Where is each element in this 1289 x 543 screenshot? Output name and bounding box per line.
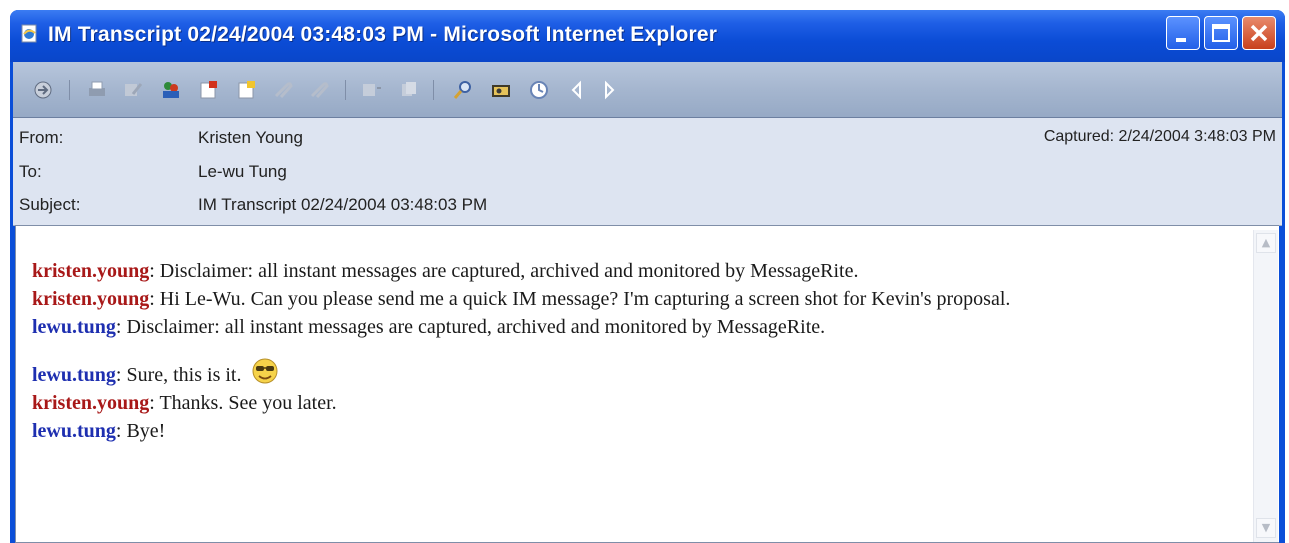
copy-icon[interactable]: [397, 78, 421, 102]
message-sender: kristen.young: [32, 288, 150, 310]
search-icon[interactable]: [451, 78, 475, 102]
next-icon[interactable]: [597, 78, 621, 102]
transcript-pane[interactable]: kristen.young: Disclaimer: all instant m…: [15, 225, 1279, 543]
title-bar[interactable]: IM Transcript 02/24/2004 03:48:03 PM - M…: [10, 10, 1285, 62]
refresh-icon[interactable]: [527, 78, 551, 102]
attach-icon[interactable]: [271, 78, 295, 102]
message-sender: lewu.tung: [32, 364, 116, 386]
message-header: From: Kristen Young To: Le-wu Tung Subje…: [13, 118, 1282, 226]
subject-value: IM Transcript 02/24/2004 03:48:03 PM: [198, 195, 488, 214]
window-title: IM Transcript 02/24/2004 03:48:03 PM - M…: [48, 23, 718, 46]
to-label: To:: [19, 162, 42, 181]
close-icon: [1250, 24, 1268, 42]
subject-label: Subject:: [19, 195, 81, 214]
toolbar-separator: [345, 80, 346, 100]
message-text: : Bye!: [115, 420, 166, 442]
note-icon[interactable]: [235, 78, 259, 102]
print-icon[interactable]: [85, 78, 109, 102]
message-text: : Hi Le-Wu. Can you please send me a qui…: [149, 288, 1011, 310]
message-sender: lewu.tung: [32, 316, 116, 338]
contacts-icon[interactable]: [159, 78, 183, 102]
maximize-icon: [1212, 24, 1230, 42]
flag-icon[interactable]: [197, 78, 221, 102]
message-line: lewu.tung: Disclaimer: all instant messa…: [32, 313, 1237, 341]
from-value: Kristen Young: [198, 128, 303, 147]
captured-timestamp: Captured: 2/24/2004 3:48:03 PM: [1043, 128, 1276, 145]
message-line: kristen.young: Hi Le-Wu. Can you please …: [32, 285, 1237, 313]
edit-icon[interactable]: [121, 78, 145, 102]
message-sender: kristen.young: [32, 260, 150, 282]
message-line: lewu.tung: Sure, this is it.: [32, 355, 1237, 389]
cool-smiley-icon: [252, 358, 278, 384]
minimize-icon: [1176, 38, 1186, 42]
ie-window: IM Transcript 02/24/2004 03:48:03 PM - M…: [10, 10, 1285, 543]
ie-document-icon: [21, 24, 37, 43]
camera-icon[interactable]: [489, 78, 513, 102]
message-text: : Sure, this is it.: [115, 364, 242, 386]
message-sender: kristen.young: [32, 392, 150, 414]
toolbar-separator: [69, 80, 70, 100]
reply-icon[interactable]: [31, 78, 55, 102]
close-button[interactable]: [1242, 16, 1276, 50]
minimize-button[interactable]: [1166, 16, 1200, 50]
message-line: kristen.young: Thanks. See you later.: [32, 389, 1237, 417]
to-value: Le-wu Tung: [198, 162, 287, 181]
vertical-scrollbar[interactable]: ▲ ▼: [1253, 230, 1278, 542]
previous-icon[interactable]: [565, 78, 589, 102]
message-line: kristen.young: Disclaimer: all instant m…: [32, 257, 1237, 285]
message-sender: lewu.tung: [32, 420, 116, 442]
message-text: : Disclaimer: all instant messages are c…: [149, 260, 859, 282]
attach-alt-icon[interactable]: [307, 78, 331, 102]
forward-icon[interactable]: [359, 78, 383, 102]
from-label: From:: [19, 128, 64, 147]
toolbar: [13, 62, 1282, 118]
toolbar-separator: [433, 80, 434, 100]
message-list: kristen.young: Disclaimer: all instant m…: [32, 257, 1237, 445]
message-line: lewu.tung: Bye!: [32, 417, 1237, 445]
scroll-down-icon[interactable]: ▼: [1256, 518, 1276, 538]
maximize-button[interactable]: [1204, 16, 1238, 50]
message-text: : Thanks. See you later.: [149, 392, 337, 414]
scroll-up-icon[interactable]: ▲: [1256, 233, 1276, 253]
message-text: : Disclaimer: all instant messages are c…: [115, 316, 826, 338]
